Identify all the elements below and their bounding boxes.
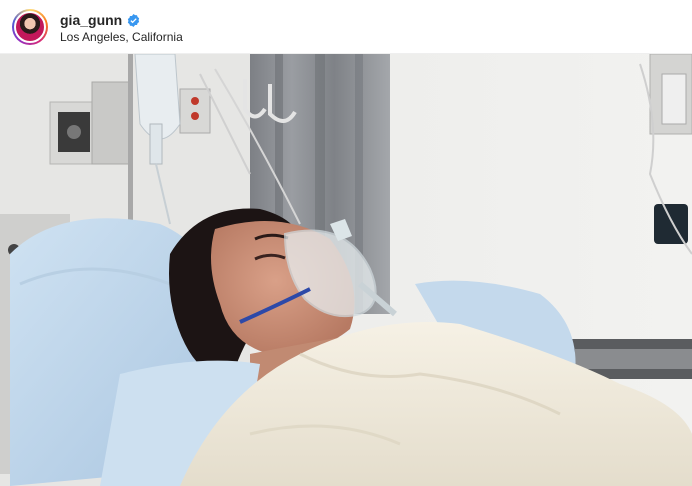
post-photo[interactable] [0, 54, 692, 486]
avatar[interactable] [14, 11, 46, 43]
username-link[interactable]: gia_gunn [60, 12, 122, 28]
verified-badge-icon [127, 13, 140, 27]
hospital-scene-image [0, 54, 692, 486]
username-row: gia_gunn [60, 11, 140, 29]
location-link[interactable]: Los Angeles, California [60, 30, 183, 44]
post-header: gia_gunn Los Angeles, California [0, 0, 692, 54]
story-ring[interactable] [12, 9, 48, 45]
